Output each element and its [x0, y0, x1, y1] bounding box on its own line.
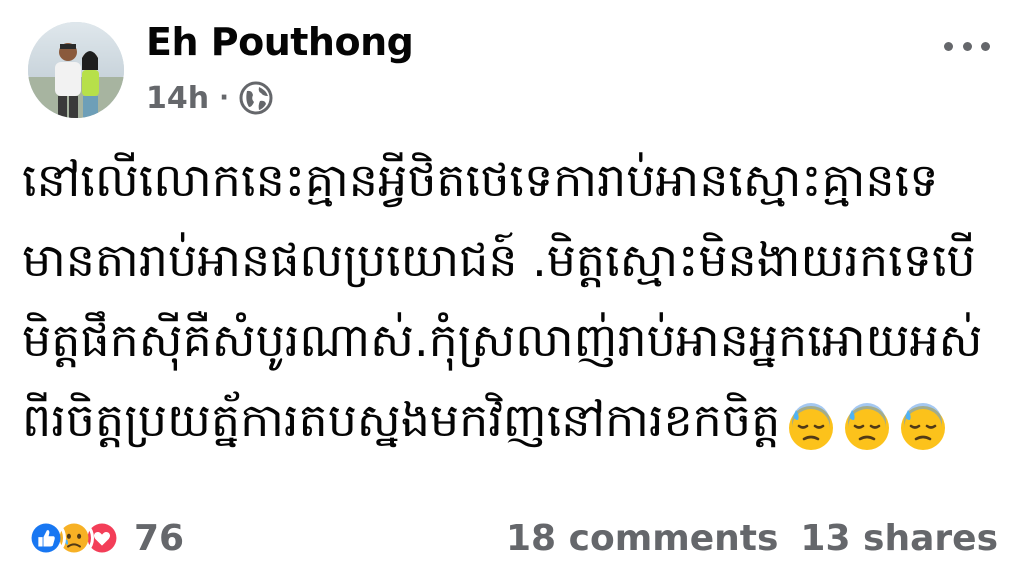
post-footer: 76 18 comments 13 shares [26, 513, 998, 563]
post-meta: 14h · [146, 78, 273, 118]
post-text-line-last: ពីរចិត្តប្រយត្ន័ការតបស្នងមកវិញនៅការខកចិត… [22, 380, 1002, 460]
post-timestamp[interactable]: 14h [146, 81, 209, 116]
more-dot [981, 41, 990, 51]
profile-photo-icon [28, 22, 124, 118]
engagement-stats: 18 comments 13 shares [506, 513, 998, 563]
meta-separator: · [219, 83, 229, 113]
comments-count-link[interactable]: 18 comments [506, 518, 778, 559]
more-options-button[interactable] [944, 36, 990, 56]
downcast-face-with-sweat-icon [789, 403, 834, 450]
emoji-row [780, 384, 948, 464]
author-name[interactable]: Eh Pouthong [146, 20, 414, 64]
post-text-line: មានតារាប់អានផលប្រយោជន៍ .មិត្តស្មោះមិនងាយ… [22, 233, 976, 287]
globe-icon [239, 81, 273, 115]
author-avatar[interactable] [28, 22, 124, 118]
post-body: នៅលើលោកនេះគ្មានអ្វីថិតថេទេការាប់អានស្មោះ… [22, 140, 1002, 460]
facebook-post: Eh Pouthong 14h · នៅលើលោកនេះគ្មានអ្វីថិត… [0, 0, 1024, 563]
downcast-face-with-sweat-icon [845, 403, 890, 450]
post-text-line: មិត្តផឹកស៊ីគឺសំបូរណាស់.កុំស្រលាញ់រាប់អាន… [22, 313, 983, 367]
more-dot [944, 41, 953, 51]
downcast-face-with-sweat-icon [901, 403, 946, 450]
reactions-summary[interactable]: 76 [26, 513, 184, 563]
post-text-line: នៅលើលោកនេះគ្មានអ្វីថិតថេទេការាប់អានស្មោះ… [22, 153, 939, 207]
post-text-line: ពីរចិត្តប្រយត្ន័ការតបស្នងមកវិញនៅការខកចិត… [22, 393, 781, 447]
more-dot [962, 41, 972, 51]
shares-count-link[interactable]: 13 shares [800, 518, 998, 559]
reaction-count: 76 [134, 517, 185, 559]
like-icon [26, 518, 66, 558]
